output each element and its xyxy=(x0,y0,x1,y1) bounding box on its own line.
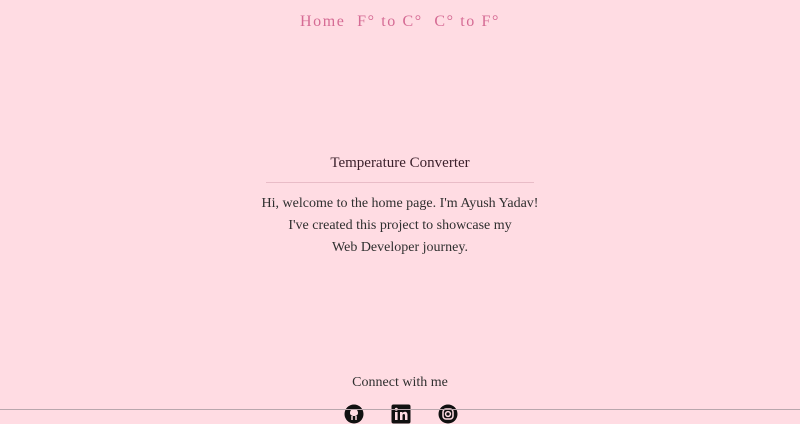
intro-line-3: Web Developer journey. xyxy=(332,240,468,255)
footer: Connect with me xyxy=(0,374,800,424)
linkedin-icon[interactable] xyxy=(391,404,411,424)
intro-line-1: Hi, welcome to the home page. I'm Ayush … xyxy=(261,196,539,211)
title-divider xyxy=(266,182,534,183)
page-title: Temperature Converter xyxy=(330,155,470,171)
hero-section: Temperature Converter Hi, welcome to the… xyxy=(0,154,800,259)
intro-line-2: I've created this project to showcase my xyxy=(288,218,512,233)
nav-home-link[interactable]: Home xyxy=(300,13,346,30)
social-links xyxy=(0,404,800,424)
nav-c-to-f-link[interactable]: C° to F° xyxy=(434,13,500,30)
nav-f-to-c-link[interactable]: F° to C° xyxy=(357,13,423,30)
github-icon[interactable] xyxy=(344,404,364,424)
connect-label: Connect with me xyxy=(352,375,448,390)
intro-text: Hi, welcome to the home page. I'm Ayush … xyxy=(0,193,800,259)
instagram-icon[interactable] xyxy=(438,404,458,424)
top-nav: Home F° to C° C° to F° xyxy=(0,13,800,31)
